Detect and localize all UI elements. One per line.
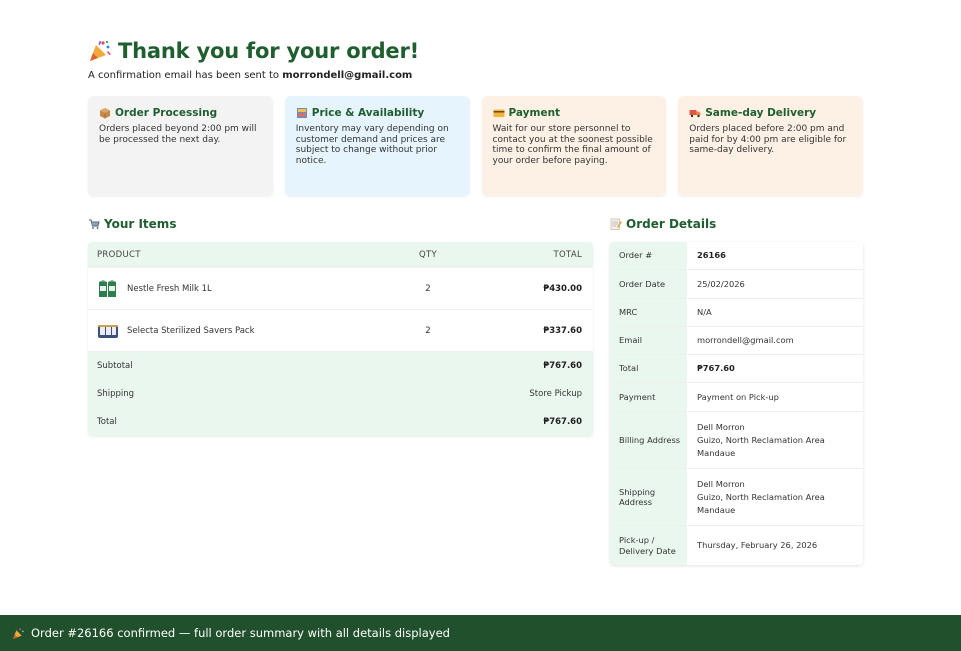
product-qty: 2 [425, 325, 431, 336]
status-text: Order #26166 confirmed — full order summ… [31, 626, 450, 640]
page-title-row: Thank you for your order! [88, 36, 864, 66]
shelves-icon [296, 108, 307, 118]
address-street: Guizo, North Reclamation Area [697, 434, 825, 445]
detail-label: Payment [610, 383, 687, 411]
summary-row-shipping: Shipping Store Pickup [88, 380, 593, 408]
product-name: Nestle Fresh Milk 1L [127, 283, 212, 294]
detail-value: morrondell@gmail.com [697, 335, 794, 345]
column-header-total: TOTAL [553, 249, 582, 260]
product-total: ₱430.00 [543, 283, 582, 294]
milk-carton-icon [99, 279, 116, 297]
detail-value: Thursday, February 26, 2026 [697, 540, 818, 550]
table-row: Nestle Fresh Milk 1L 2 ₱430.00 [88, 268, 593, 310]
summary-label: Subtotal [97, 361, 133, 371]
notice-order-processing: Order Processing Orders placed beyond 2:… [88, 96, 273, 196]
product-name: Selecta Sterilized Savers Pack [127, 325, 255, 336]
order-columns: Your Items PRODUCT QTY TOTAL Nestle Fres… [88, 216, 864, 576]
address-city: Mandaue [697, 447, 736, 458]
notice-body: Orders placed beyond 2:00 pm will be pro… [99, 124, 257, 145]
address-name: Dell Morron [697, 478, 745, 489]
product-qty: 2 [425, 283, 431, 294]
detail-value: N/A [697, 307, 712, 317]
delivery-truck-icon [689, 110, 701, 118]
summary-row-total: Total ₱767.60 [88, 408, 593, 436]
summary-label: Shipping [97, 389, 135, 399]
package-icon [100, 108, 110, 119]
detail-row-total: Total ₱767.60 [610, 355, 863, 383]
notice-body: Orders placed before 2:00 pm and paid fo… [689, 124, 847, 155]
summary-value: ₱767.60 [543, 361, 582, 371]
order-details-table: Order # 26166 Order Date 25/02/2026 MRC … [610, 242, 863, 565]
items-table: PRODUCT QTY TOTAL Nestle Fresh Milk 1L 2… [88, 242, 593, 436]
table-row: Selecta Sterilized Savers Pack 2 ₱337.60 [88, 310, 593, 352]
notice-title: Order Processing [115, 107, 218, 119]
detail-row-shipping-address: Shipping Address Dell Morron Guizo, Nort… [610, 469, 863, 526]
detail-value: 26166 [697, 250, 726, 260]
summary-row-subtotal: Subtotal ₱767.60 [88, 352, 593, 380]
summary-label: Total [97, 417, 117, 427]
address-name: Dell Morron [697, 421, 745, 432]
detail-label: MRC [610, 299, 687, 326]
customer-email: morrondell@gmail.com [282, 70, 413, 81]
milk-pack-icon [98, 324, 118, 338]
detail-value: Payment on Pick-up [697, 391, 779, 402]
detail-row-pickup-date: Pick-up / Delivery Date Thursday, Februa… [610, 526, 863, 565]
detail-label: Email [610, 327, 687, 354]
memo-icon [610, 218, 622, 230]
detail-row-payment: Payment Payment on Pick-up [610, 383, 863, 412]
detail-label: Shipping Address [610, 469, 687, 525]
notice-title: Payment [508, 107, 561, 119]
address-street: Guizo, North Reclamation Area [697, 491, 825, 502]
detail-label: Billing Address [610, 412, 687, 468]
order-details-section: Order Details Order # 26166 Order Date 2… [610, 216, 863, 565]
detail-row-mrc: MRC N/A [610, 299, 863, 327]
detail-row-order-number: Order # 26166 [610, 242, 863, 270]
column-header-qty: QTY [419, 249, 437, 260]
notice-payment: Payment Wait for our store personnel to … [481, 96, 667, 196]
confirmation-page: Thank you for your order! A confirmation… [88, 36, 864, 576]
notice-body: Inventory may vary depending on customer… [295, 124, 449, 166]
detail-row-order-date: Order Date 25/02/2026 [610, 270, 863, 299]
detail-row-email: Email morrondell@gmail.com [610, 327, 863, 355]
cart-icon [89, 219, 100, 229]
party-popper-icon [90, 40, 111, 61]
page-title: Thank you for your order! [118, 39, 420, 63]
notice-title: Price & Availability [311, 107, 425, 119]
detail-label: Total [610, 355, 687, 382]
notice-title: Same-day Delivery [705, 107, 817, 119]
notice-body: Wait for our store personnel to contact … [492, 124, 653, 166]
section-title: Your Items [104, 217, 177, 231]
summary-value: ₱767.60 [543, 417, 582, 427]
detail-label: Order # [610, 242, 687, 269]
detail-value: ₱767.60 [697, 363, 735, 373]
notice-same-day-delivery: Same-day Delivery Orders placed before 2… [678, 96, 863, 196]
detail-row-billing-address: Billing Address Dell Morron Guizo, North… [610, 412, 863, 469]
notice-price-availability: Price & Availability Inventory may vary … [284, 96, 470, 196]
table-header-row: PRODUCT QTY TOTAL [88, 242, 593, 268]
address-city: Mandaue [697, 504, 736, 515]
notice-cards: Order Processing Orders placed beyond 2:… [88, 96, 863, 196]
column-header-product: PRODUCT [97, 249, 141, 260]
section-title: Order Details [626, 217, 717, 231]
product-total: ₱337.60 [543, 325, 582, 336]
your-items-section: Your Items PRODUCT QTY TOTAL Nestle Fres… [88, 216, 593, 436]
detail-value: 25/02/2026 [697, 278, 745, 289]
credit-card-icon [493, 109, 504, 117]
summary-value: Store Pickup [529, 389, 582, 399]
detail-label: Order Date [610, 270, 687, 298]
subtitle-text: A confirmation email has been sent to [88, 70, 283, 81]
detail-label: Pick-up / Delivery Date [610, 526, 687, 565]
party-popper-icon [13, 627, 24, 639]
confirmation-subtitle: A confirmation email has been sent to mo… [88, 70, 864, 81]
status-bar: Order #26166 confirmed — full order summ… [0, 615, 961, 651]
